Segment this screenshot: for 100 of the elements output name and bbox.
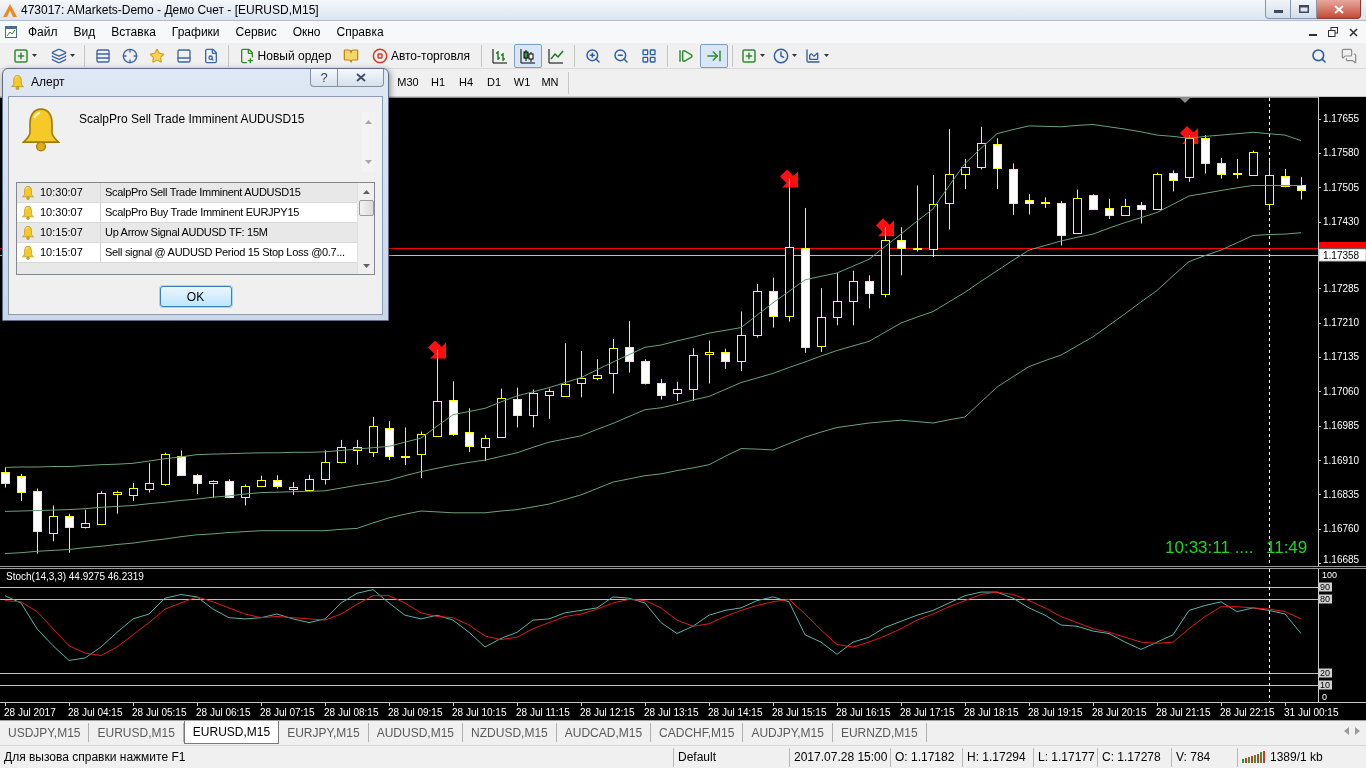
bell-icon — [22, 108, 60, 152]
diagonal-arrow-icon — [780, 169, 798, 188]
indicator-title: Stoch(14,3,3) 44.9275 46.2319 — [6, 571, 144, 582]
triangle-logo-icon — [3, 4, 17, 17]
status-field: H: 1.17294 — [962, 747, 1033, 767]
candle — [321, 449, 330, 485]
candle — [305, 474, 314, 492]
close-button[interactable] — [1317, 0, 1361, 19]
candle — [65, 513, 74, 554]
candle — [81, 509, 90, 529]
bell-icon — [11, 75, 24, 90]
period-button[interactable]: D1 — [480, 71, 508, 94]
symbol-tab[interactable]: CADCHF,M15 — [651, 723, 744, 742]
new-order-button[interactable]: Новый ордер — [233, 43, 337, 68]
minimize-button[interactable] — [1265, 0, 1291, 19]
scroll-down-icon — [362, 263, 370, 268]
status-field: Default — [673, 747, 789, 767]
alert-row[interactable]: 10:15:07 Up Arrow Signal AUDUSD TF: 15M — [17, 223, 357, 243]
caret-icon — [792, 54, 797, 57]
candle — [273, 474, 282, 489]
candle — [961, 158, 970, 190]
price-label: 1.17210 — [1323, 317, 1360, 329]
candle — [737, 311, 746, 372]
crosshair-icon — [121, 47, 138, 64]
candle — [977, 126, 986, 170]
close-button[interactable] — [338, 69, 384, 87]
level-value-label: 100 — [1322, 570, 1338, 580]
candle — [1297, 176, 1306, 201]
symbol-tab[interactable]: USDJPY,M15 — [0, 723, 90, 742]
auto-trading-button[interactable]: Авто-торговля — [365, 43, 477, 68]
symbol-tab[interactable]: AUDCAD,M15 — [556, 723, 652, 742]
time-label: 28 Jul 04:15 — [68, 707, 123, 718]
window-title: 473017: AMarkets-Demo - Демо Счет - [EURUSD,M15] — [21, 3, 319, 17]
menu-item[interactable]: Файл — [20, 22, 66, 42]
price-label: 1.16835 — [1323, 489, 1360, 500]
scrollbar[interactable] — [357, 183, 374, 274]
time-label: 28 Jul 22:15 — [1220, 707, 1275, 718]
candle — [1217, 157, 1226, 180]
candlestick-button[interactable] — [514, 43, 542, 68]
price-label: 1.16910 — [1323, 454, 1360, 466]
candlestick-icon — [520, 47, 536, 64]
menu-item[interactable]: Вид — [65, 22, 104, 42]
caret-icon — [32, 54, 37, 57]
price-label: 1.17430 — [1323, 216, 1360, 228]
ok-button[interactable]: OK — [159, 286, 232, 307]
time-label: 28 Jul 07:15 — [260, 707, 315, 718]
candle — [641, 358, 650, 385]
maximize-button[interactable] — [1291, 0, 1317, 19]
candle — [49, 505, 58, 542]
status-field: Для вызова справки нажмите F1 — [0, 747, 673, 767]
price-tag — [1319, 242, 1366, 248]
scroll-up-icon — [362, 189, 370, 194]
symbol-tab[interactable]: AUDJPY,M15 — [743, 723, 833, 742]
symbol-tab[interactable]: EURUSD,M15 — [183, 721, 280, 744]
bell-icon — [22, 245, 34, 260]
time-label: 28 Jul 21:15 — [1156, 707, 1211, 718]
price-label: 1.16685 — [1323, 553, 1360, 565]
bell-icon — [22, 205, 34, 220]
symbol-tab[interactable]: EURNZD,M15 — [832, 723, 927, 742]
minimize-icon — [1309, 34, 1317, 36]
menu-item[interactable]: Справка — [328, 22, 392, 42]
scroll-down-icon — [365, 160, 372, 164]
symbol-tab[interactable]: EURUSD,M15 — [89, 723, 184, 742]
symbol-tab[interactable]: AUDUSD,M15 — [368, 723, 464, 742]
candle — [881, 226, 890, 298]
caret-icon — [760, 54, 765, 57]
menu-item[interactable]: Графики — [163, 22, 228, 42]
alert-message: Up Arrow Signal AUDUSD TF: 15M — [104, 225, 268, 241]
period-button[interactable]: W1 — [508, 71, 536, 94]
candle — [241, 483, 250, 506]
time-label: 28 Jul 16:15 — [836, 707, 891, 718]
menu-item[interactable]: Сервис — [227, 22, 285, 42]
alert-row[interactable]: 10:30:07 ScalpPro Buy Trade Imminent EURJPY15 — [17, 203, 357, 223]
period-button[interactable]: M30 — [392, 71, 424, 94]
candle — [609, 338, 618, 395]
time-label: 28 Jul 17:15 — [900, 707, 955, 718]
candle — [225, 478, 234, 499]
panel-icon — [175, 47, 192, 64]
diagonal-arrow-icon — [428, 340, 446, 359]
symbol-tab[interactable]: EURJPY,M15 — [279, 723, 369, 742]
scrollbar-thumb[interactable] — [358, 200, 374, 216]
symbol-tab[interactable]: NZDUSD,M15 — [463, 723, 557, 742]
period-button[interactable]: MN — [536, 71, 564, 94]
menu-item[interactable]: Окно — [284, 22, 329, 42]
timer-text: 10:33:11 .... — [1165, 538, 1254, 557]
star-icon — [148, 47, 165, 64]
alert-row[interactable]: 10:30:07 ScalpPro Sell Trade Imminent AUDUSD15 — [17, 183, 357, 203]
period-button[interactable]: H4 — [452, 71, 480, 94]
candle — [465, 407, 474, 453]
candle — [673, 381, 682, 402]
candle — [1121, 198, 1130, 217]
menu-item[interactable]: Вставка — [103, 22, 164, 42]
ref-line-label: 1.17358 — [1323, 249, 1360, 261]
help-button[interactable]: ? — [310, 69, 338, 87]
candle — [1233, 158, 1242, 180]
close-icon — [355, 73, 366, 82]
chart-shift-button[interactable] — [700, 43, 728, 68]
alert-row[interactable]: 10:15:07 Sell signal @ AUDUSD Period 15 Stop Loss @0.7... — [17, 243, 357, 263]
period-button[interactable]: H1 — [424, 71, 452, 94]
alert-message: ScalpPro Sell Trade Imminent AUDUSD15 — [104, 185, 301, 201]
